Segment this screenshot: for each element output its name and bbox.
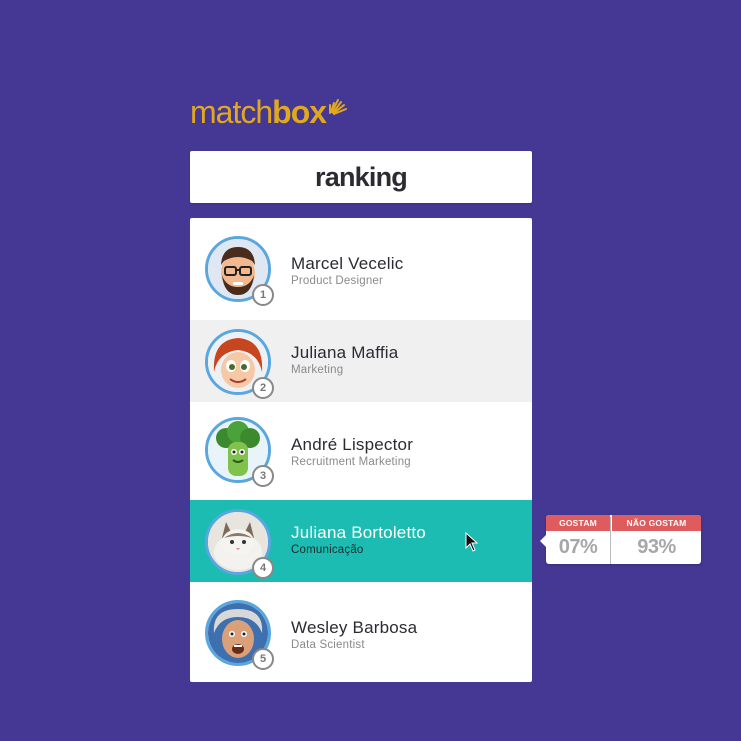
user-role: Product Designer [291, 275, 384, 287]
ranking-list: 1 Marcel Vecelic Product Designer 2 Juli… [190, 218, 532, 682]
avatar: 2 [205, 329, 274, 399]
matchbox-logo: match box [190, 92, 349, 132]
like-value: 07% [558, 536, 598, 558]
ranking-row-3[interactable]: 3 André Lispector Recruitment Marketing [190, 402, 532, 500]
logo-text-box: box [272, 93, 327, 130]
avatar: 5 [205, 600, 274, 670]
user-name: Marcel Vecelic [291, 254, 404, 273]
ranking-row-4[interactable]: 4 Juliana Bortoletto Comunicação [190, 500, 532, 582]
logo-text-match: match [190, 93, 273, 130]
rank-badge: 2 [252, 377, 274, 399]
dislike-column: NÃO GOSTAM 93% [612, 515, 701, 564]
ranking-row-2[interactable]: 2 Juliana Maffia Marketing [190, 320, 532, 402]
like-column: GOSTAM 07% [546, 515, 610, 564]
user-name: Juliana Maffia [291, 343, 399, 362]
avatar: 1 [205, 236, 274, 306]
page-title: ranking [315, 161, 408, 192]
dislike-label: NÃO GOSTAM [612, 515, 701, 531]
rank-badge: 4 [252, 557, 274, 579]
vote-tooltip: GOSTAM 07% NÃO GOSTAM 93% [540, 515, 701, 564]
page-title-box: ranking [190, 151, 532, 203]
ranking-row-5[interactable]: 5 Wesley Barbosa Data Scientist [190, 582, 532, 682]
user-name: Juliana Bortoletto [291, 523, 426, 542]
dislike-value: 93% [637, 536, 676, 558]
user-role: Marketing [291, 364, 344, 376]
like-label: GOSTAM [546, 515, 610, 531]
user-role: Recruitment Marketing [291, 456, 411, 468]
rank-badge: 3 [252, 465, 274, 487]
ranking-row-1[interactable]: 1 Marcel Vecelic Product Designer [190, 218, 532, 320]
avatar: 4 [205, 509, 274, 579]
user-role: Data Scientist [291, 639, 365, 651]
user-role: Comunicação [291, 544, 364, 556]
mouse-cursor-icon [465, 532, 479, 552]
sunburst-icon [329, 99, 348, 115]
rank-badge: 5 [252, 648, 274, 670]
tooltip-divider [610, 517, 611, 564]
rank-badge: 1 [252, 284, 274, 306]
user-name: André Lispector [291, 435, 414, 454]
avatar: 3 [205, 417, 274, 487]
user-name: Wesley Barbosa [291, 618, 418, 637]
